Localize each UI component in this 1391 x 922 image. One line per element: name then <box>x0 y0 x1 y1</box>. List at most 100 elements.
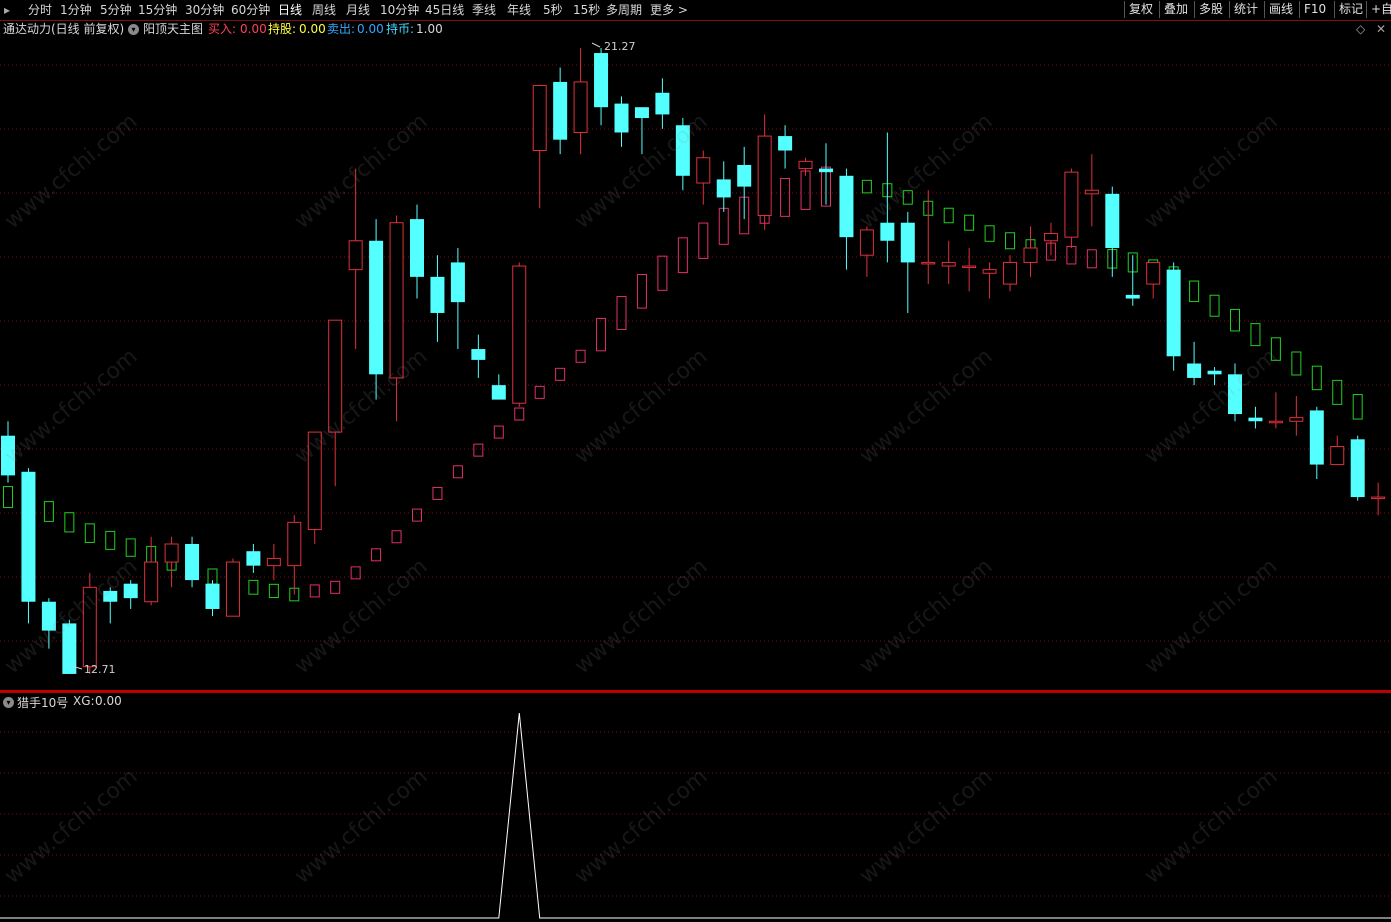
ma-marker <box>596 317 607 352</box>
period-tab-2[interactable]: 5分钟 <box>100 2 132 18</box>
period-tab-3[interactable]: 15分钟 <box>138 2 177 18</box>
ma-marker <box>1230 308 1240 332</box>
ma-marker <box>64 512 75 533</box>
candle-body <box>348 240 363 271</box>
ma-marker <box>698 222 709 259</box>
ma-marker <box>84 523 95 543</box>
ma-marker <box>1332 379 1343 405</box>
candle-body <box>205 583 220 609</box>
ma-marker <box>657 255 668 291</box>
ma-marker <box>800 170 811 210</box>
period-tab-9[interactable]: 10分钟 <box>380 2 419 18</box>
toolbar-button-6[interactable]: 标记 <box>1334 1 1367 18</box>
candle-body <box>1289 417 1304 422</box>
ma-marker <box>330 580 341 594</box>
ma-marker <box>616 295 627 330</box>
period-tab-5[interactable]: 60分钟 <box>231 2 270 18</box>
candle-body <box>1309 410 1324 465</box>
main-candlestick-chart[interactable]: 21.27 12.71 <box>0 38 1391 690</box>
period-tab-6[interactable]: 日线 <box>278 2 302 18</box>
candle-body <box>1084 189 1099 195</box>
period-tab-4[interactable]: 30分钟 <box>185 2 224 18</box>
period-tab-13[interactable]: 5秒 <box>543 2 563 18</box>
candle-body <box>410 219 424 277</box>
toolbar-button-5[interactable]: F10 <box>1299 1 1330 18</box>
period-tab-7[interactable]: 周线 <box>312 2 336 18</box>
candle-body <box>594 53 609 108</box>
candle-body <box>1268 420 1283 424</box>
indicator-name[interactable]: 阳顶天主图 <box>143 22 203 37</box>
toolbar-button-0[interactable]: 复权 <box>1124 1 1157 18</box>
period-tab-8[interactable]: 月线 <box>346 2 370 18</box>
ma-marker <box>3 486 13 509</box>
candle-body <box>1146 261 1161 285</box>
period-toolbar: 分时 1分钟 5分钟 15分钟 30分钟 60分钟 日线 周线 月线 10分钟 45日线 季线 年线 5秒… <box>0 0 1391 21</box>
candle-body <box>307 431 322 531</box>
ma-marker <box>1005 232 1016 250</box>
candle-body <box>450 262 465 303</box>
collapse-arrow-icon[interactable]: ▸ <box>4 2 10 18</box>
buy-label: 买入: <box>208 22 237 36</box>
coin-label: 持币: <box>386 22 415 36</box>
stock-name[interactable]: 通达动力 <box>3 22 51 37</box>
toolbar-button-2[interactable]: 多股 <box>1194 1 1227 18</box>
candle-body <box>1023 247 1038 263</box>
candle-body <box>573 81 588 133</box>
toolbar-button-1[interactable]: 叠加 <box>1159 1 1192 18</box>
period-tab-10[interactable]: 45日线 <box>425 2 464 18</box>
low-price-label: 12.71 <box>84 663 116 676</box>
candle-body <box>1350 439 1365 498</box>
sub-indicator-name[interactable]: 猎手10号 <box>17 694 68 711</box>
candle-body <box>655 92 670 115</box>
ma-marker <box>943 207 954 224</box>
period-tab-14[interactable]: 15秒 <box>573 2 600 18</box>
candle-body <box>185 543 200 581</box>
high-price-pointer <box>591 42 601 48</box>
candle-body <box>123 583 138 599</box>
candle-body <box>880 222 895 241</box>
candle-body <box>1166 269 1181 357</box>
pane-divider[interactable] <box>0 690 1391 693</box>
candle-body <box>41 601 56 631</box>
buy-value: 0.00 <box>240 22 267 36</box>
ma-marker <box>309 584 320 598</box>
ma-marker <box>412 508 422 522</box>
xg-signal-line <box>0 712 1391 919</box>
toolbar-button-4[interactable]: 画线 <box>1264 1 1297 18</box>
candle-body <box>1371 496 1386 500</box>
candle-body <box>900 222 915 263</box>
toolbar-button-7[interactable]: +自 <box>1366 1 1391 18</box>
diamond-icon[interactable]: ◇ <box>1356 22 1365 37</box>
period-tab-1[interactable]: 1分钟 <box>60 2 92 18</box>
candle-body <box>798 160 813 170</box>
sub-indicator-menu-icon[interactable]: ▾ <box>3 695 14 709</box>
candle-body <box>634 107 649 119</box>
candle-body <box>1003 261 1018 285</box>
period-tab-15[interactable]: 多周期 <box>606 2 642 18</box>
toolbar-button-3[interactable]: 统计 <box>1229 1 1262 18</box>
sub-indicator-chart[interactable] <box>0 710 1391 922</box>
close-icon[interactable]: ✕ <box>1376 22 1386 37</box>
candle-body <box>328 319 343 433</box>
candle-body <box>757 135 772 216</box>
candle-body <box>430 276 445 313</box>
ma-marker <box>1066 245 1077 265</box>
period-tab-16[interactable]: 更多 > <box>650 2 688 18</box>
ma-marker <box>371 548 382 562</box>
period-tab-0[interactable]: 分时 <box>28 2 52 18</box>
candle-body <box>839 175 854 238</box>
ma-marker <box>514 407 525 421</box>
candle-body <box>369 240 384 375</box>
candle-body <box>471 349 486 360</box>
candle-body <box>1 435 15 476</box>
ma-marker <box>677 237 688 274</box>
ma-marker <box>718 207 729 245</box>
candle-body <box>1207 370 1222 375</box>
candle-body <box>512 265 527 404</box>
ma-marker <box>125 538 136 557</box>
period-tab-12[interactable]: 年线 <box>507 2 531 18</box>
hold-label: 持股: <box>268 22 297 36</box>
period-tab-11[interactable]: 季线 <box>472 2 496 18</box>
indicator-menu-icon[interactable]: ▾ <box>128 22 139 37</box>
ma-marker <box>861 179 872 194</box>
